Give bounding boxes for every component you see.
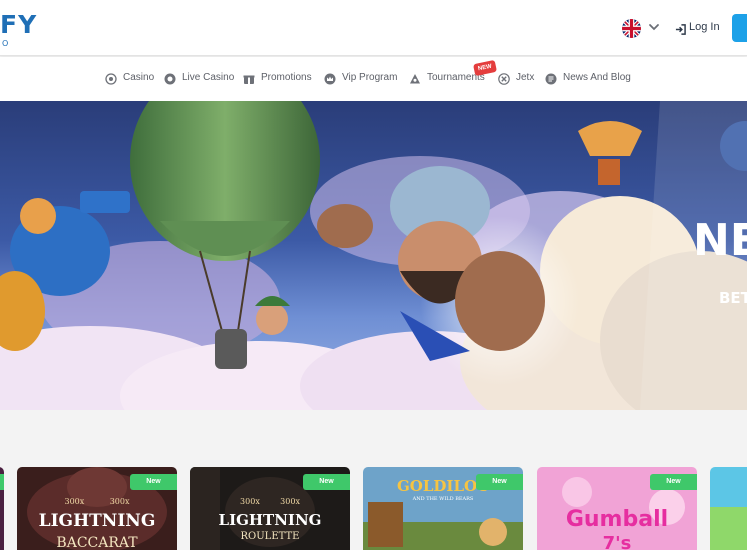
- new-badge: New: [130, 474, 177, 490]
- multiplier-left: 300x: [240, 497, 260, 506]
- game-subtitle: ROULETTE: [240, 531, 300, 542]
- main-nav: Casino Live Casino Promotions Vip Progra…: [0, 57, 747, 101]
- game-card-partial-right[interactable]: [710, 467, 747, 550]
- new-badge: New: [303, 474, 350, 490]
- language-selector[interactable]: [622, 19, 662, 39]
- live-casino-icon: [164, 72, 176, 85]
- hero-illustration: [0, 101, 747, 410]
- game-card-partial[interactable]: [0, 467, 4, 550]
- register-button[interactable]: [732, 14, 747, 42]
- nav-label: Live Casino: [182, 72, 235, 83]
- multiplier-left: 300x: [64, 497, 85, 506]
- new-badge: New: [476, 474, 523, 490]
- nav-label: Promotions: [261, 72, 312, 83]
- game-thumbnail: [710, 467, 747, 550]
- game-subtitle: 7's: [602, 533, 632, 550]
- page: FY O Log In Casino Live Casino Promotion…: [0, 0, 747, 550]
- hero-title: NE: [693, 215, 747, 266]
- game-card-lightning-baccarat[interactable]: 300x 300x LIGHTNING BACCARAT New: [17, 467, 177, 550]
- game-multiplier: 300x 300x: [17, 497, 177, 506]
- multiplier-right: 300x: [280, 497, 300, 506]
- game-subtitle: AND THE WILD BEARS: [412, 496, 474, 502]
- site-header: FY O Log In: [0, 0, 747, 56]
- nav-label: Vip Program: [342, 72, 398, 83]
- trophy-icon: [409, 72, 421, 84]
- uk-flag-icon: [622, 19, 641, 38]
- logo-tagline: O: [2, 39, 13, 48]
- game-title: Gumball: [565, 507, 669, 532]
- new-badge: [0, 474, 4, 490]
- hero-banner[interactable]: NE BET: [0, 101, 747, 410]
- game-title: LIGHTNING: [218, 511, 322, 529]
- nav-label: Jetx: [516, 72, 535, 83]
- new-badge: New: [650, 474, 697, 490]
- game-multiplier: 300x 300x: [190, 497, 350, 506]
- game-card-lightning-roulette[interactable]: 300x 300x LIGHTNING ROULETTE New: [190, 467, 350, 550]
- logo-wordmark: FY: [0, 10, 38, 39]
- chevron-down-icon: [647, 20, 661, 39]
- game-card-gumball[interactable]: Gumball 7's New: [537, 467, 697, 550]
- game-subtitle: BACCARAT: [56, 535, 138, 550]
- game-card-goldilocks[interactable]: GOLDILOC AND THE WILD BEARS New: [363, 467, 523, 550]
- sign-in-icon: [675, 22, 686, 40]
- hero-subtitle: BET: [719, 289, 747, 307]
- news-icon: [545, 72, 557, 85]
- gift-icon: [243, 72, 255, 84]
- jetx-icon: [498, 72, 510, 85]
- multiplier-right: 300x: [109, 497, 130, 506]
- game-title: LIGHTNING: [38, 511, 156, 531]
- login-label: Log In: [689, 21, 720, 33]
- casino-chip-icon: [105, 72, 117, 85]
- nav-label: News And Blog: [563, 72, 631, 83]
- crown-icon: [324, 72, 336, 85]
- nav-label: Casino: [123, 72, 155, 83]
